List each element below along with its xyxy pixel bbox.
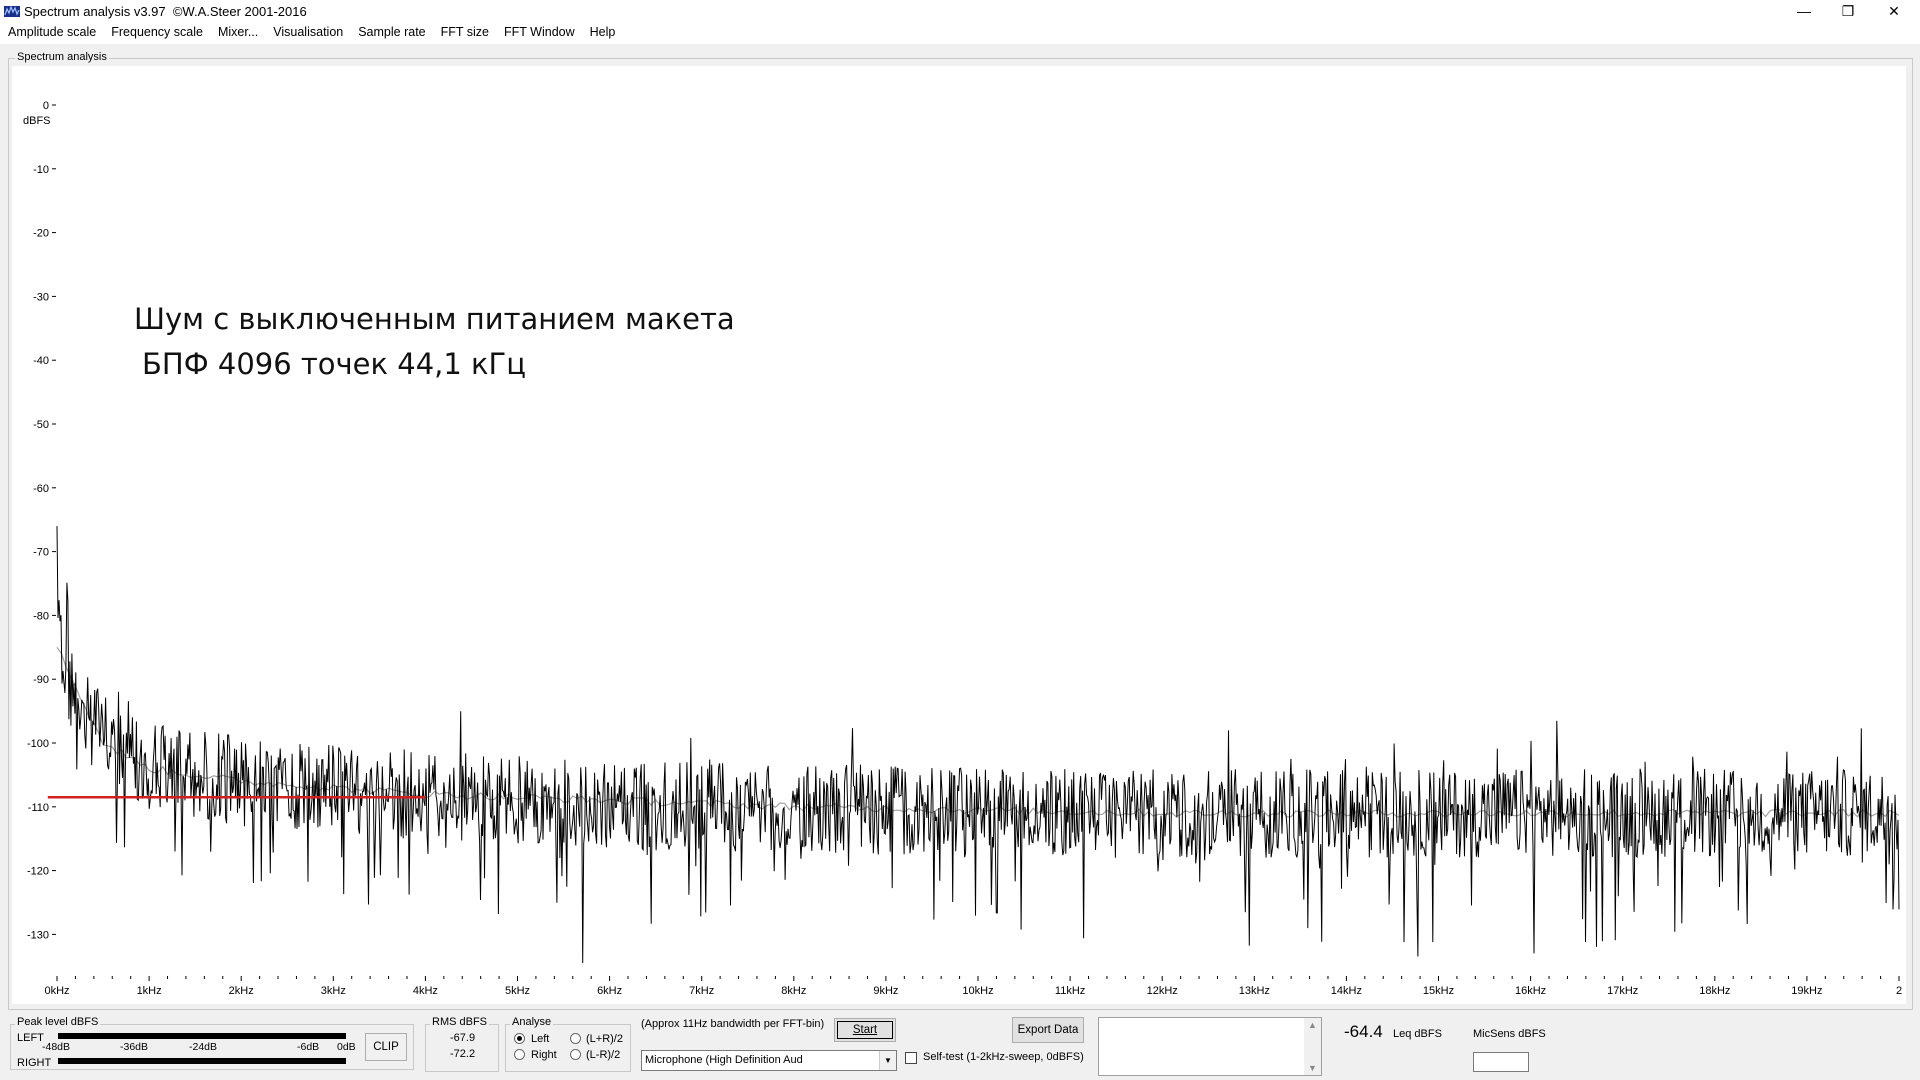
x-tick-label: 2kHz	[229, 985, 254, 997]
menu-fft-window[interactable]: FFT Window	[496, 22, 582, 44]
annotation-line-2: БПФ 4096 точек 44,1 кГц	[142, 347, 526, 381]
export-data-button[interactable]: Export Data	[1012, 1017, 1084, 1043]
x-tick-label: 11kHz	[1055, 985, 1085, 997]
analyse-title: Analyse	[510, 1016, 554, 1028]
meter-scale-24: -24dB	[189, 1041, 218, 1053]
start-button[interactable]: Start	[834, 1018, 896, 1042]
x-tick-label: 17kHz	[1607, 985, 1638, 997]
y-tick-label: -10	[33, 164, 49, 176]
minimize-button[interactable]: —	[1782, 0, 1826, 22]
close-button[interactable]: ✕	[1872, 0, 1916, 22]
rms-left-value: -67.9	[450, 1032, 476, 1044]
x-tick-label: 8kHz	[781, 985, 806, 997]
x-tick-label: 1kHz	[137, 985, 162, 997]
meter-left-bar	[58, 1033, 346, 1039]
y-tick-label: -70	[33, 547, 49, 559]
radio-right-label: Right	[531, 1049, 557, 1061]
chevron-down-icon[interactable]: ▼	[879, 1051, 896, 1070]
menu-sample-rate[interactable]: Sample rate	[350, 22, 432, 44]
meter-scale-36: -36dB	[120, 1041, 149, 1053]
y-tick-label: -40	[33, 355, 49, 367]
radio-sum-label: (L+R)/2	[586, 1033, 623, 1045]
x-tick-label: 12kHz	[1147, 985, 1178, 997]
x-tick-label: 18kHz	[1699, 985, 1730, 997]
y-tick-label: -20	[33, 228, 49, 240]
leq-unit: Leq dBFS	[1393, 1028, 1442, 1040]
spectrum-group-label: Spectrum analysis	[15, 51, 109, 63]
x-tick-label: 0kHz	[44, 985, 69, 997]
maximize-button[interactable]: ❐	[1826, 0, 1870, 22]
log-textarea[interactable]: ▲ ▼	[1098, 1017, 1322, 1076]
x-tick-label: 9kHz	[873, 985, 898, 997]
y-tick-label: -80	[33, 610, 49, 622]
radio-right[interactable]	[514, 1049, 525, 1060]
menu-mixer[interactable]: Mixer...	[210, 22, 265, 44]
scroll-down-icon[interactable]: ▼	[1308, 1063, 1317, 1073]
selftest-label: Self-test (1-2kHz-sweep, 0dBFS)	[923, 1051, 1084, 1063]
y-tick-label: -110	[28, 802, 49, 814]
radio-sum[interactable]	[570, 1033, 581, 1044]
x-tick-label: 19kHz	[1791, 985, 1822, 997]
x-tick-label: 14kHz	[1331, 985, 1362, 997]
scroll-up-icon[interactable]: ▲	[1308, 1020, 1317, 1030]
y-axis-unit-label: dBFS	[23, 115, 51, 127]
x-tick-label: 10kHz	[962, 985, 993, 997]
y-tick-label: -50	[33, 419, 49, 431]
annotation-line-1: Шум с выключенным питанием макета	[134, 302, 735, 336]
menu-bar: Amplitude scale Frequency scale Mixer...…	[0, 22, 1920, 44]
clip-indicator[interactable]: CLIP	[365, 1033, 407, 1061]
menu-amplitude-scale[interactable]: Amplitude scale	[0, 22, 103, 44]
spectrum-trace	[56, 526, 1900, 964]
menu-fft-size[interactable]: FFT size	[433, 22, 496, 44]
x-tick-label: 13kHz	[1239, 985, 1270, 997]
bandwidth-note: (Approx 11Hz bandwidth per FFT-bin)	[641, 1018, 825, 1030]
meter-right-label: RIGHT	[17, 1057, 52, 1069]
meter-scale-6: -6dB	[297, 1041, 320, 1053]
x-tick-label: 4kHz	[413, 985, 438, 997]
menu-help[interactable]: Help	[582, 22, 623, 44]
device-select[interactable]: Microphone (High Definition Aud ▼	[641, 1050, 897, 1071]
y-tick-label: -120	[27, 866, 49, 878]
x-tick-label: 7kHz	[689, 985, 714, 997]
device-select-value: Microphone (High Definition Aud	[645, 1054, 803, 1066]
y-tick-label: -30	[33, 291, 49, 303]
menu-visualisation[interactable]: Visualisation	[265, 22, 350, 44]
x-tick-label: 5kHz	[505, 985, 530, 997]
x-tick-label: 6kHz	[597, 985, 622, 997]
rms-right-value: -72.2	[450, 1048, 476, 1060]
y-tick-label: 0	[43, 100, 49, 112]
radio-diff[interactable]	[570, 1049, 581, 1060]
y-tick-label: -60	[33, 483, 49, 495]
log-scrollbar[interactable]: ▲ ▼	[1304, 1018, 1321, 1075]
micsens-input[interactable]	[1473, 1052, 1529, 1072]
peak-level-title: Peak level dBFS	[15, 1016, 101, 1028]
x-tick-label: 2	[1896, 985, 1902, 997]
radio-left[interactable]	[514, 1033, 525, 1044]
radio-diff-label: (L-R)/2	[586, 1049, 621, 1061]
y-tick-label: -90	[33, 674, 49, 686]
meter-scale-0: 0dB	[337, 1041, 356, 1053]
y-tick-label: -130	[27, 929, 49, 941]
x-tick-label: 16kHz	[1515, 985, 1546, 997]
spectrum-chart: 0 -10 -20 -30 -40 -50 -60 -70 -80 -90 -100 -110 -120…	[23, 100, 1902, 997]
menu-frequency-scale[interactable]: Frequency scale	[103, 22, 210, 44]
selftest-checkbox[interactable]	[905, 1052, 917, 1064]
app-icon	[4, 5, 20, 17]
x-tick-label: 3kHz	[321, 985, 346, 997]
micsens-label: MicSens dBFS	[1473, 1028, 1546, 1040]
y-tick-label: -100	[27, 738, 49, 750]
x-tick-label: 15kHz	[1423, 985, 1454, 997]
meter-scale-48: -48dB	[42, 1041, 71, 1053]
meter-right-bar	[58, 1058, 346, 1064]
window-title: Spectrum analysis v3.97 ©W.A.Steer 2001-…	[24, 4, 307, 19]
rms-title: RMS dBFS	[430, 1016, 490, 1028]
leq-value: -64.4	[1344, 1022, 1383, 1041]
title-bar: Spectrum analysis v3.97 ©W.A.Steer 2001-…	[0, 0, 1920, 22]
meter-left-label: LEFT	[17, 1032, 44, 1044]
radio-left-label: Left	[531, 1033, 550, 1045]
analyse-group	[505, 1024, 631, 1072]
spectrum-plot: 0 -10 -20 -30 -40 -50 -60 -70 -80 -90 -100 -110 -120…	[12, 66, 1906, 1004]
